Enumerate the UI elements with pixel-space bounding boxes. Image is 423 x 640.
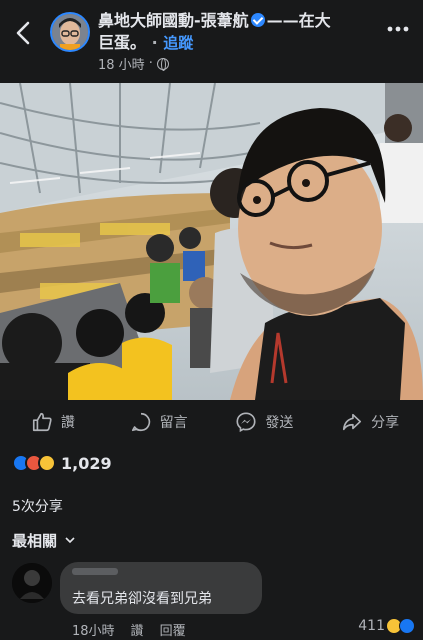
comment-reaction-count: 411 xyxy=(358,618,385,634)
share-count[interactable]: 5次分享 xyxy=(12,496,63,516)
avatar-image xyxy=(52,14,88,50)
comment-sort-dropdown[interactable]: 最相關 xyxy=(12,530,75,551)
post-header: 鼻地大師國動-張葦航 ——在大 巨蛋。 · 追蹤 18 小時 · xyxy=(0,0,423,80)
like-label: 讚 xyxy=(60,415,75,431)
commenter-name-redacted xyxy=(72,568,118,575)
post-time[interactable]: 18 小時 xyxy=(98,54,145,73)
post-title: 鼻地大師國動-張葦航 ——在大 巨蛋。 · 追蹤 xyxy=(98,10,368,54)
sort-label: 最相關 xyxy=(12,532,58,550)
send-button[interactable]: 發送 xyxy=(212,400,318,444)
page-name[interactable]: 鼻地大師國動-張葦航 xyxy=(98,11,249,30)
comment-time: 18小時 xyxy=(72,624,115,639)
title-dot: · xyxy=(151,33,158,52)
comment-button[interactable]: 留言 xyxy=(106,400,212,444)
share-label: 分享 xyxy=(371,415,400,431)
haha-reaction-icon xyxy=(38,454,56,472)
reaction-count: 1,029 xyxy=(61,453,112,473)
commenter-avatar[interactable] xyxy=(12,563,52,603)
share-icon xyxy=(343,413,362,431)
more-dots-icon[interactable] xyxy=(387,26,409,32)
send-label: 發送 xyxy=(265,415,294,431)
comment-like-button[interactable]: 讚 xyxy=(131,620,144,639)
meta-dot: · xyxy=(148,56,153,71)
comment-meta: 18小時 讚 回覆 xyxy=(72,620,186,639)
follow-button[interactable]: 追蹤 xyxy=(163,34,193,52)
title-continuation: 巨蛋。 xyxy=(98,33,147,52)
comment-text: 去看兄弟卻沒看到兄弟 xyxy=(72,591,212,607)
back-arrow-icon[interactable] xyxy=(12,20,36,46)
commenter-avatar-image xyxy=(12,563,52,603)
like-reaction-icon xyxy=(399,618,415,634)
post-action-bar: 讚 留言 發送 分享 xyxy=(0,400,423,444)
comment-label: 留言 xyxy=(159,415,188,431)
reactions-summary[interactable]: 1,029 xyxy=(12,452,112,474)
post-meta: 18 小時 · xyxy=(98,54,169,73)
post-photo[interactable] xyxy=(0,83,423,400)
globe-icon xyxy=(156,57,169,71)
like-button[interactable]: 讚 xyxy=(0,400,106,444)
post-page: 鼻地大師國動-張葦航 ——在大 巨蛋。 · 追蹤 18 小時 · 讚 留言 發送… xyxy=(0,0,423,640)
comment-reactions[interactable]: 411 xyxy=(358,618,415,634)
chevron-down-icon xyxy=(65,537,75,544)
messenger-icon xyxy=(236,412,256,433)
title-dash: ——在大 xyxy=(266,11,331,30)
share-button[interactable]: 分享 xyxy=(317,400,423,444)
like-icon xyxy=(32,412,52,432)
verified-badge-icon xyxy=(250,13,265,27)
comment-bubble[interactable]: 去看兄弟卻沒看到兄弟 xyxy=(60,562,262,614)
stadium-photo-image xyxy=(0,83,423,400)
page-avatar[interactable] xyxy=(50,12,90,52)
comment-icon xyxy=(131,412,150,432)
comment-reply-button[interactable]: 回覆 xyxy=(160,620,186,639)
